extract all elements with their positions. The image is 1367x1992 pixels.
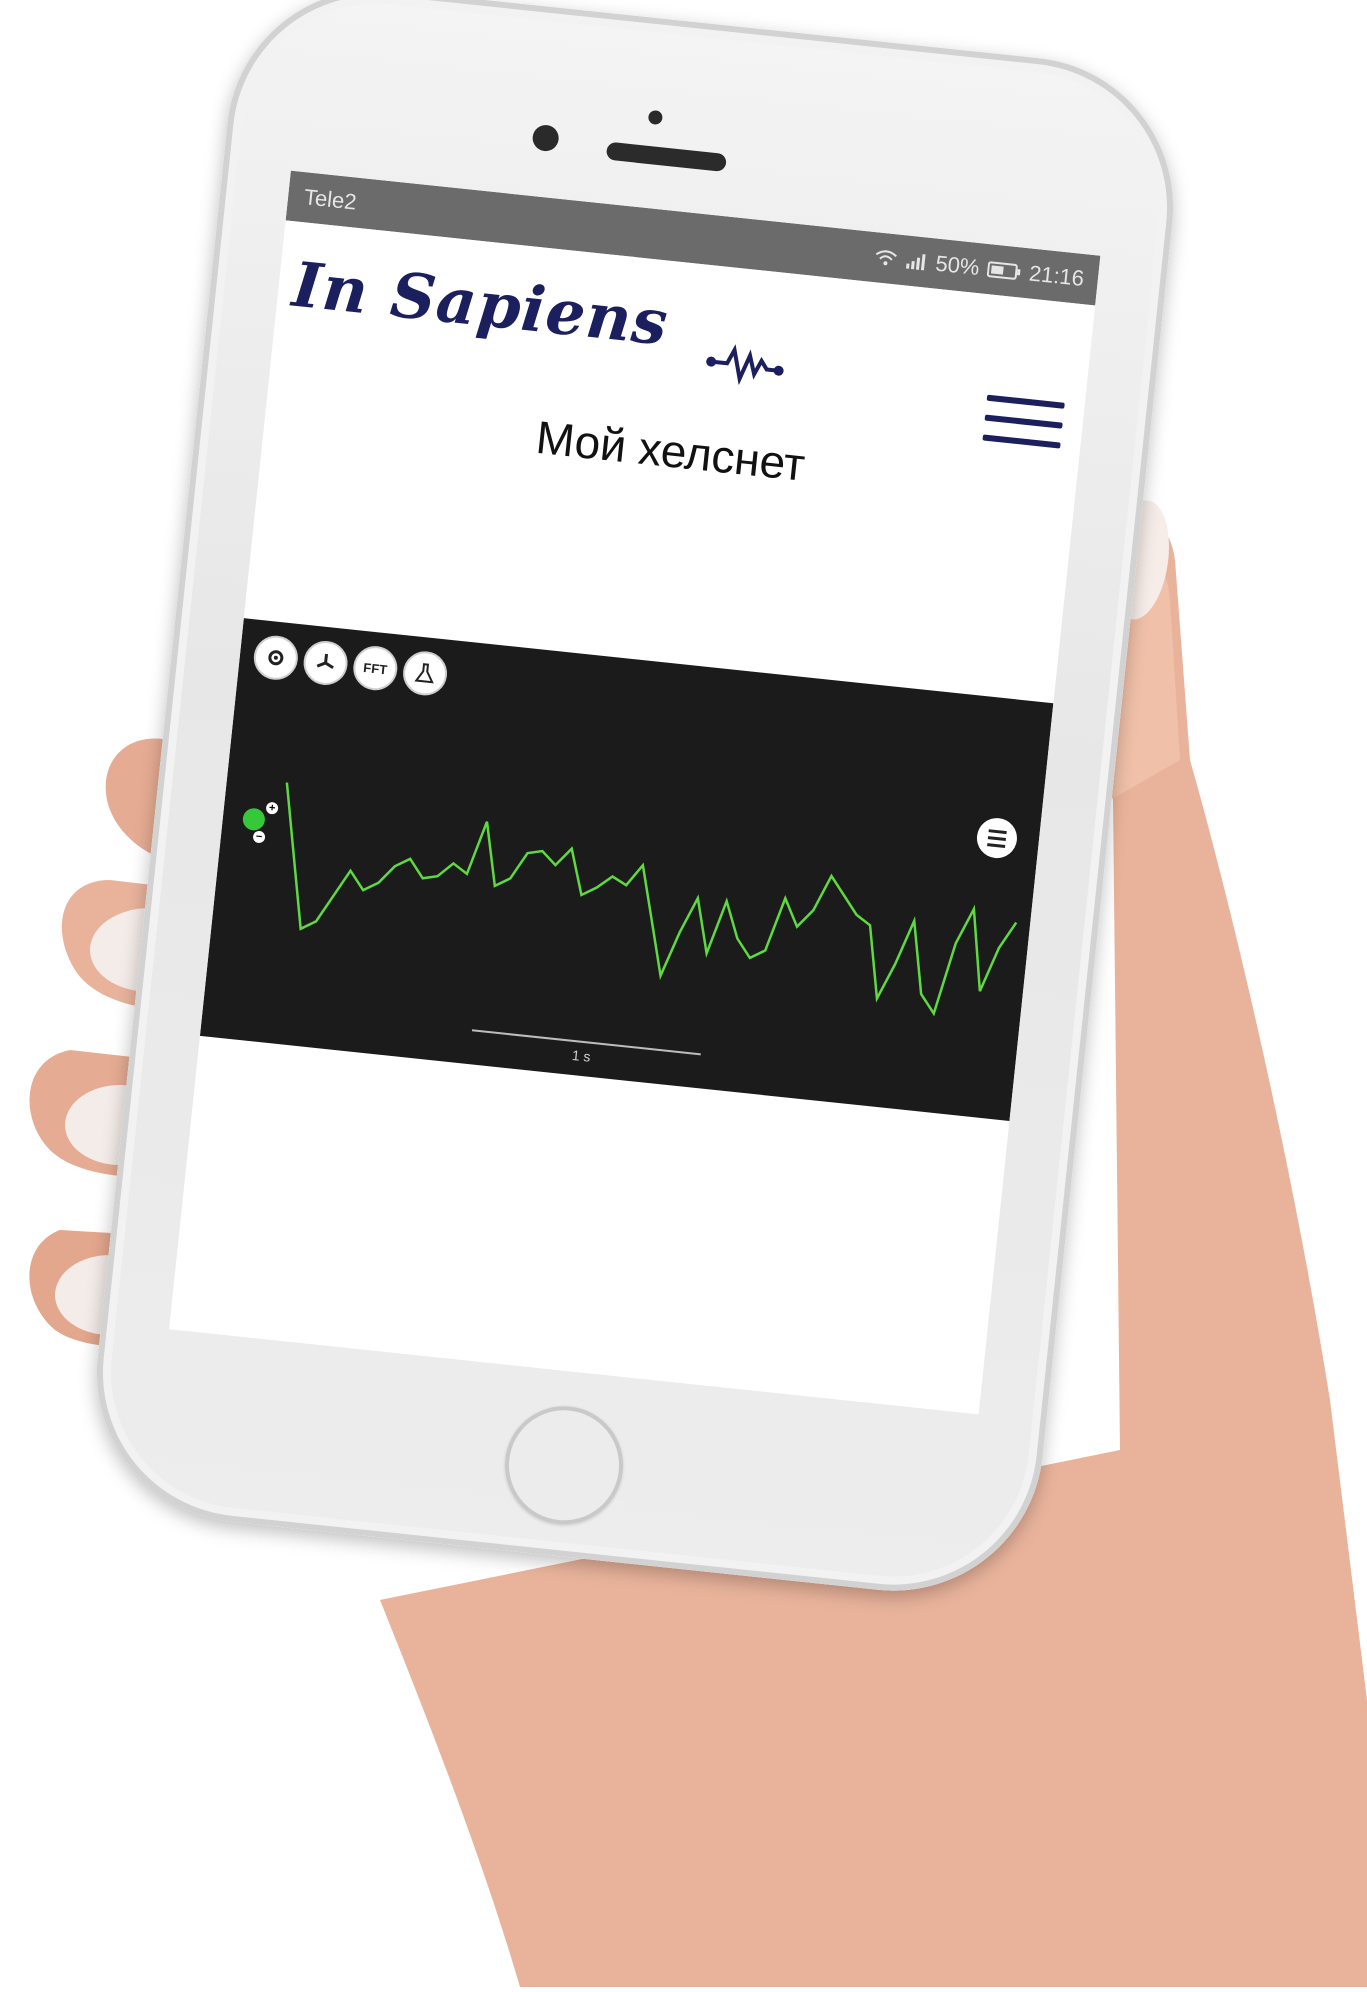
menu-line-icon bbox=[986, 394, 1065, 409]
signal-chart-panel: FFT + − 1 s bbox=[199, 618, 1054, 1121]
phone-screen: Tele2 50% 21:16 In Sapiens Мой хелснет F… bbox=[169, 170, 1101, 1415]
front-camera-icon bbox=[531, 123, 560, 153]
home-button[interactable] bbox=[499, 1400, 629, 1531]
phone: Tele2 50% 21:16 In Sapiens Мой хелснет F… bbox=[82, 0, 1188, 1606]
menu-line-icon bbox=[982, 434, 1061, 449]
phone-body: Tele2 50% 21:16 In Sapiens Мой хелснет F… bbox=[82, 0, 1188, 1606]
battery-icon bbox=[986, 261, 1021, 280]
earpiece-speaker bbox=[605, 141, 727, 173]
carrier-label: Tele2 bbox=[302, 184, 358, 215]
pulse-icon[interactable] bbox=[703, 341, 787, 389]
wifi-icon bbox=[875, 250, 897, 266]
hamburger-menu-button[interactable] bbox=[981, 394, 1065, 465]
signal-icon bbox=[905, 254, 926, 271]
app-logo[interactable]: In Sapiens bbox=[289, 248, 672, 360]
menu-line-icon bbox=[984, 414, 1063, 429]
battery-percent: 50% bbox=[934, 250, 981, 281]
time-scale-label: 1 s bbox=[571, 1046, 592, 1065]
proximity-sensor bbox=[647, 109, 664, 126]
signal-trace-line bbox=[285, 782, 1018, 1017]
clock-time: 21:16 bbox=[1027, 260, 1086, 292]
